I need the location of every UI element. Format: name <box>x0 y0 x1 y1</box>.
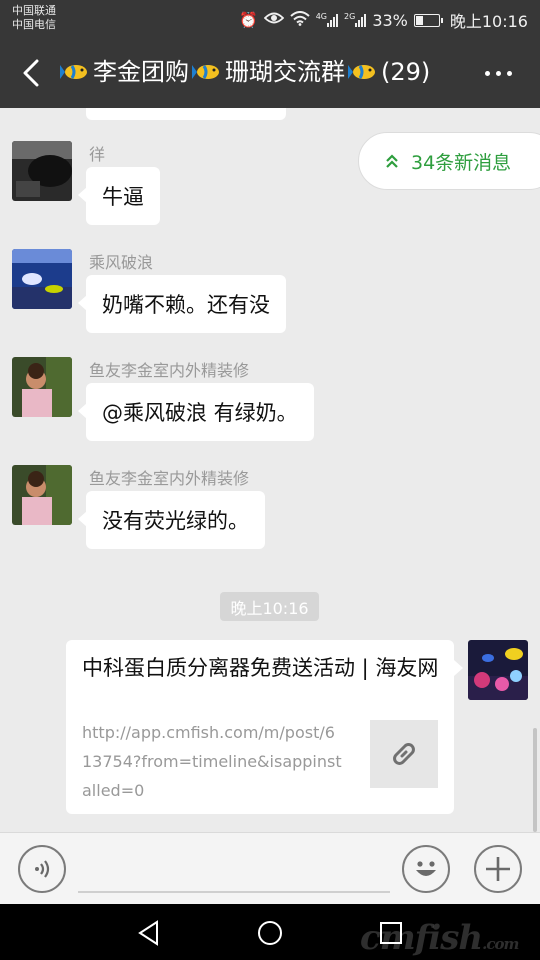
message-bubble[interactable]: 奶嘴不赖。还有没 <box>78 275 286 333</box>
circle-home-icon <box>258 921 282 945</box>
fish-emoji-icon <box>192 65 219 79</box>
battery-percent: 33% <box>372 10 408 30</box>
battery-level <box>415 15 423 25</box>
alarm-icon: ⏰ <box>239 11 258 29</box>
plus-icon <box>486 857 510 881</box>
previous-message-bubble <box>86 108 286 120</box>
status-time: 晚上10:16 <box>449 12 528 31</box>
chat-scrollbar[interactable] <box>533 728 537 832</box>
new-messages-button[interactable]: 34条新消息 <box>358 132 540 190</box>
link-icon <box>393 743 415 765</box>
plus-button[interactable] <box>474 845 522 893</box>
carrier-2: 中国电信 <box>12 18 56 31</box>
back-arrow-icon <box>23 59 39 87</box>
avatar[interactable] <box>12 141 72 201</box>
sender-name: 鱼友李金室内外精装修 <box>89 469 250 488</box>
chat-header: 李金团购 珊瑚交流群 (29) <box>0 38 540 108</box>
message-input[interactable] <box>78 891 390 893</box>
link-card[interactable]: 中科蛋白质分离器免费送活动 | 海友网 http://app.cmfish.co… <box>66 640 463 814</box>
sender-name: 乘风破浪 <box>89 253 154 272</box>
chat-title: 李金团购 珊瑚交流群 (29) <box>60 57 430 87</box>
triangle-back-icon <box>138 920 158 946</box>
status-bar: 中国联通 中国电信 ⏰ 4G 2G 33% 晚上10:16 <box>0 0 540 38</box>
watermark-brand: cmfish <box>360 918 483 958</box>
site-watermark: cmfish.com <box>360 918 519 958</box>
message-bubble[interactable]: 牛逼 <box>78 167 160 225</box>
nav-back-button[interactable] <box>134 918 164 948</box>
eye-icon <box>263 11 284 29</box>
avatar[interactable] <box>12 465 72 525</box>
status-icons: ⏰ 4G 2G 33% 晚上10:16 <box>239 8 528 32</box>
signal-2-icon: 2G <box>344 12 367 27</box>
sender-name: 鱼友李金室内外精装修 <box>89 361 250 380</box>
new-messages-label: 34条新消息 <box>411 151 512 174</box>
title-part-1: 李金团购 <box>93 58 189 86</box>
link-card-url: http://app.cmfish.com/m/post/613754?from… <box>82 723 342 800</box>
network-2-label: 2G <box>344 12 356 21</box>
wifi-icon <box>290 10 310 30</box>
fish-emoji-icon <box>348 65 375 79</box>
voice-icon <box>35 860 50 878</box>
link-card-thumbnail <box>370 720 438 788</box>
network-1-label: 4G <box>315 12 328 21</box>
more-button[interactable] <box>478 58 518 88</box>
signal-1-icon: 4G <box>315 12 339 27</box>
chat-area[interactable]: 徉 牛逼 乘风破浪 奶嘴不赖。还有没 鱼友李金室内外精装修 @乘风破浪 有绿奶。… <box>0 108 540 832</box>
avatar[interactable] <box>12 357 72 417</box>
sender-name: 徉 <box>89 145 106 164</box>
nav-home-button[interactable] <box>255 918 285 948</box>
carrier-1: 中国联通 <box>12 4 56 17</box>
fish-emoji-icon <box>60 65 87 79</box>
back-button[interactable] <box>14 56 48 90</box>
voice-button[interactable] <box>18 845 66 893</box>
member-count: (29) <box>381 58 431 86</box>
input-bar <box>0 832 540 904</box>
title-part-2: 珊瑚交流群 <box>225 58 345 86</box>
emoji-icon <box>416 861 436 876</box>
my-avatar[interactable] <box>468 640 528 700</box>
system-nav-bar: cmfish.com <box>0 904 540 960</box>
timestamp-chip: 晚上10:16 <box>220 592 319 621</box>
message-bubble[interactable]: 没有荧光绿的。 <box>78 491 265 549</box>
battery-icon <box>413 13 443 27</box>
link-card-title: 中科蛋白质分离器免费送活动 | 海友网 <box>82 656 439 680</box>
double-chevron-up-icon <box>386 154 398 168</box>
emoji-button[interactable] <box>402 845 450 893</box>
watermark-suffix: .com <box>482 935 519 953</box>
more-dots-icon <box>484 70 490 76</box>
carrier-info: 中国联通 中国电信 <box>12 4 56 32</box>
message-bubble[interactable]: @乘风破浪 有绿奶。 <box>78 383 314 441</box>
avatar[interactable] <box>12 249 72 309</box>
